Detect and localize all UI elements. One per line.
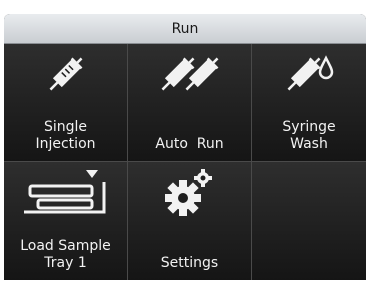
run-window: Run Single Injection Auto Run Syringe Wa… xyxy=(4,14,366,280)
auto-run-button[interactable]: Auto Run xyxy=(128,44,251,161)
empty-tile xyxy=(252,162,366,280)
grid-divider xyxy=(251,44,252,280)
syringe-drop-icon xyxy=(287,55,334,91)
double-syringe-icon xyxy=(161,57,219,91)
single-injection-button[interactable]: Single Injection xyxy=(4,44,127,161)
settings-label: Settings xyxy=(160,255,219,271)
grid-divider xyxy=(4,161,366,162)
settings-button[interactable]: Settings xyxy=(128,162,251,280)
load-sample-tray-button[interactable]: Load Sample Tray 1 xyxy=(4,162,127,280)
gears-icon xyxy=(165,169,212,216)
window-title: Run xyxy=(4,14,366,44)
syringe-wash-button[interactable]: Syringe Wash xyxy=(252,44,366,161)
tray-eject-icon xyxy=(24,170,106,214)
syringe-wash-label: Syringe Wash xyxy=(282,119,336,152)
load-sample-tray-label: Load Sample Tray 1 xyxy=(20,238,111,271)
single-injection-label: Single Injection xyxy=(35,119,96,152)
syringe-icon xyxy=(49,57,83,91)
auto-run-label: Auto Run xyxy=(155,136,224,152)
grid-divider xyxy=(127,44,128,280)
